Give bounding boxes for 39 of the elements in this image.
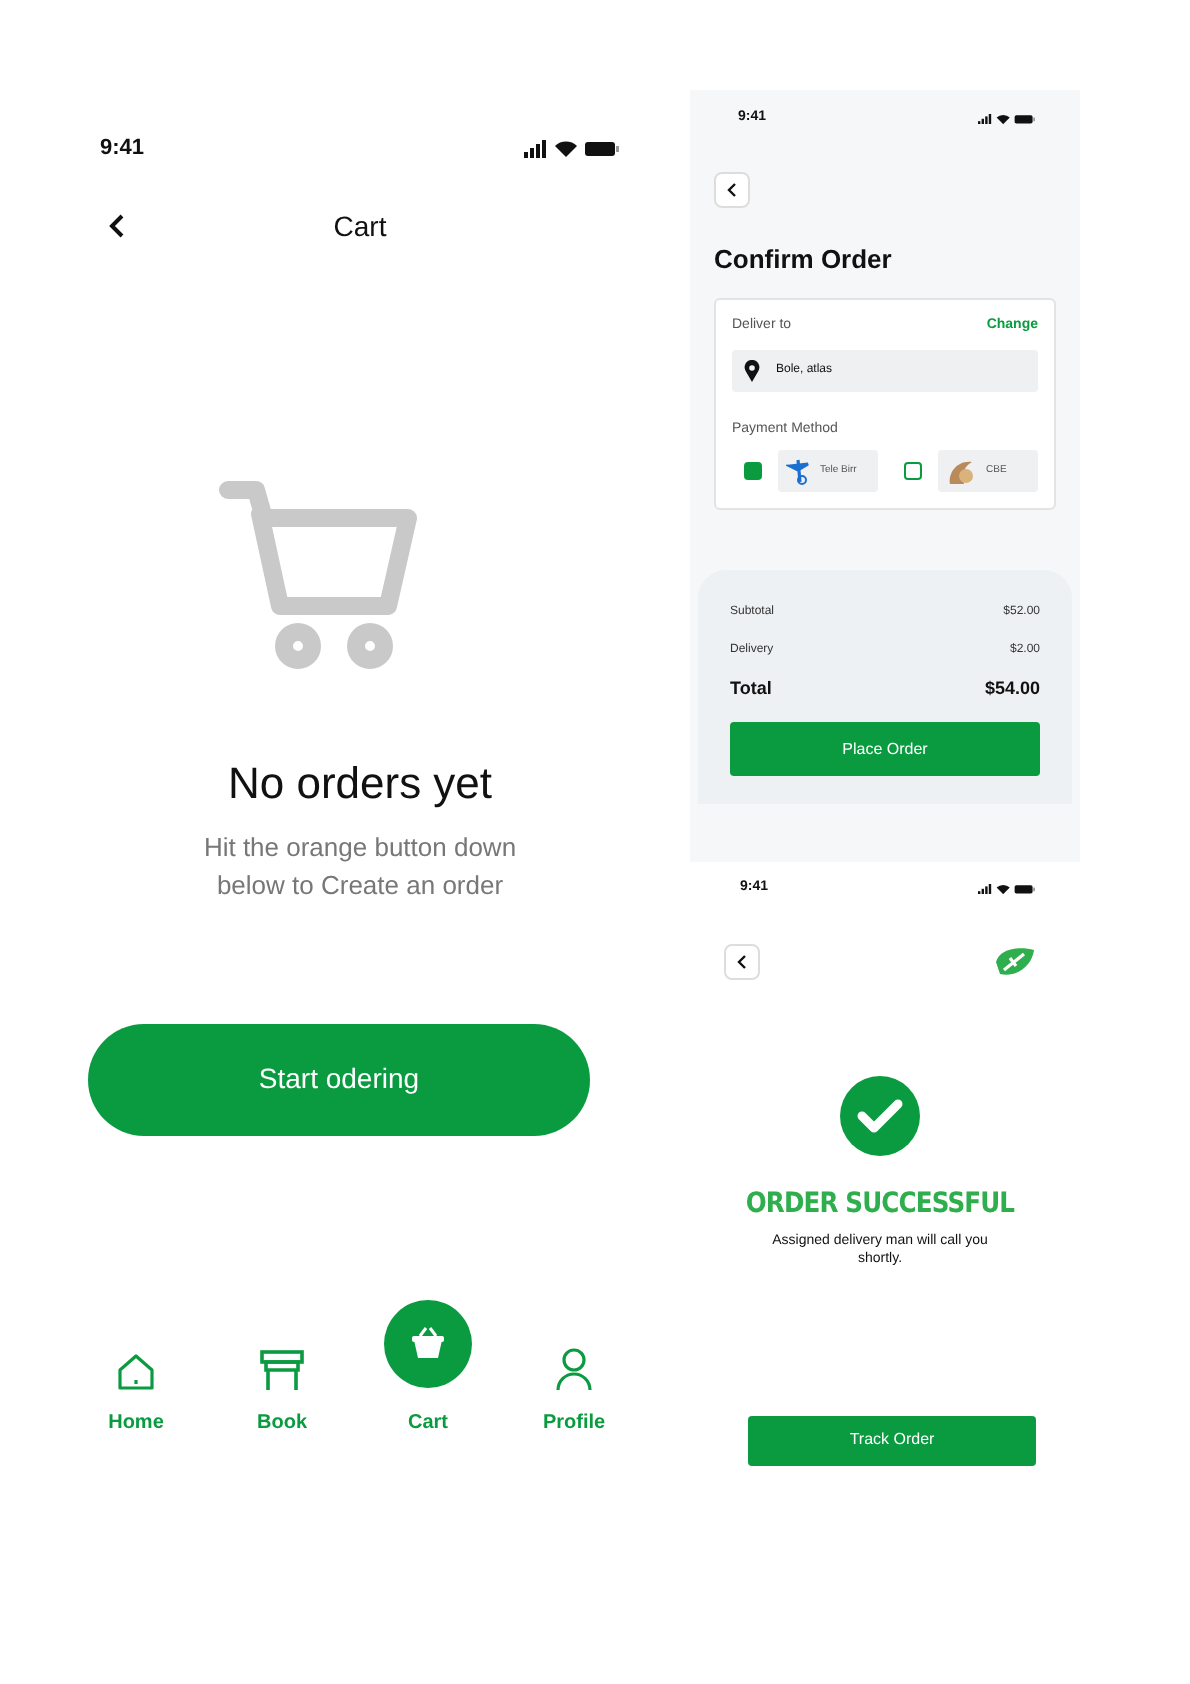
back-button[interactable]: [714, 171, 750, 207]
back-icon: [726, 181, 738, 197]
signal-icon: [524, 139, 548, 158]
start-ordering-button[interactable]: Start odering: [88, 1023, 590, 1135]
status-time: 9:41: [100, 134, 145, 164]
back-icon: [736, 953, 748, 969]
wifi-icon: [996, 113, 1011, 124]
table-icon: [258, 1347, 306, 1391]
battery-icon: [1014, 113, 1036, 124]
battery-icon: [584, 139, 620, 158]
empty-state-message: Hit the orange button down below to Create an order: [201, 829, 519, 903]
nav-tab[interactable]: Home: [76, 1291, 196, 1437]
wifi-icon: [554, 139, 578, 158]
location-pin-icon: [744, 359, 760, 381]
signal-icon: [978, 883, 993, 894]
back-icon[interactable]: [108, 213, 128, 237]
basket-icon: [410, 1325, 446, 1361]
success-title: ORDER SUCCESSFUL: [743, 1185, 1017, 1223]
screen-title: Confirm Order: [714, 241, 894, 277]
leaf-logo-icon: [992, 945, 1036, 977]
checkbox[interactable]: [744, 462, 762, 480]
empty-state-title: No orders yet: [225, 755, 495, 812]
battery-icon: [1014, 883, 1036, 894]
summary-value: $54.00: [984, 676, 1040, 703]
signal-icon: [978, 113, 993, 124]
home-icon: [116, 1351, 156, 1391]
check-circle-icon: [840, 1075, 920, 1155]
screen-title: Cart: [333, 208, 387, 246]
track-order-button[interactable]: Track Order: [748, 1415, 1036, 1465]
nav-tab[interactable]: Profile: [514, 1291, 634, 1437]
summary-label: Total: [730, 676, 772, 703]
checkbox[interactable]: [904, 462, 922, 480]
place-order-button[interactable]: Place Order: [730, 722, 1040, 776]
nav-tab[interactable]: Cart: [368, 1291, 488, 1437]
person-icon: [556, 1347, 592, 1391]
back-button[interactable]: [724, 943, 760, 979]
wifi-icon: [996, 883, 1011, 894]
shell-logo-icon: [946, 457, 978, 485]
nav-tab[interactable]: Book: [222, 1291, 342, 1437]
